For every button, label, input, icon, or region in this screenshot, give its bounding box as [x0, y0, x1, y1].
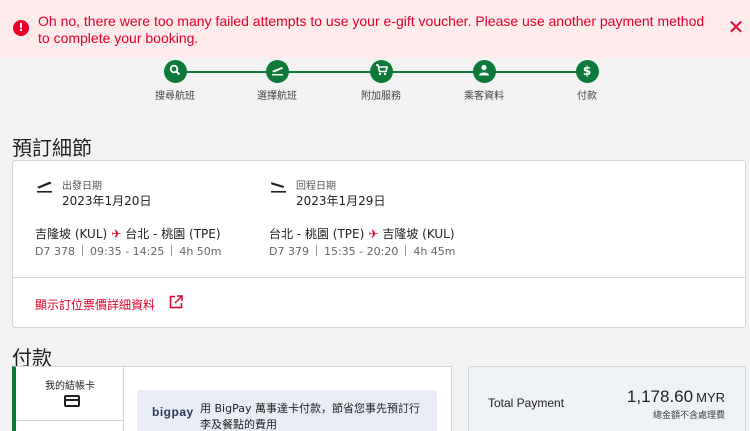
- payment-panel: bigpay 用 BigPay 萬事達卡付款，節省您事先預訂行李及餐點的費用: [124, 366, 452, 431]
- close-icon[interactable]: ✕: [726, 17, 746, 37]
- person-icon: [472, 60, 496, 83]
- return-duration: 4h 45m: [413, 245, 456, 258]
- currency: MYR: [696, 390, 725, 405]
- error-icon: !: [13, 20, 29, 36]
- alert-message: Oh no, there were too many failed attemp…: [38, 13, 705, 46]
- plane-icon: ✈: [368, 227, 379, 241]
- total-payment-box: Total Payment 1,178.60 MYR 總金額不含處理費: [468, 366, 746, 431]
- external-link-icon[interactable]: [169, 295, 183, 309]
- total-amount-value: 1,178.60: [626, 387, 694, 406]
- search-icon: [163, 60, 187, 83]
- return-flight-number: D7 379: [269, 245, 309, 258]
- outbound-flight-info: D7 378 09:35 - 14:25 4h 50m: [35, 245, 222, 258]
- bigpay-promo-text: 用 BigPay 萬事達卡付款，節省您事先預訂行李及餐點的費用: [200, 402, 420, 431]
- plane-landing-icon: [271, 182, 286, 193]
- return-origin: 台北 - 桃園 (TPE): [269, 227, 365, 241]
- error-alert: ! Oh no, there were too many failed atte…: [0, 0, 750, 58]
- tab-my-card[interactable]: 我的結帳卡: [16, 377, 124, 392]
- step-search-flights[interactable]: 搜尋航班: [135, 60, 215, 102]
- outbound-date-label: 出發日期: [62, 181, 102, 192]
- total-payment-label: Total Payment: [488, 396, 565, 410]
- progress-stepper: 搜尋航班 選擇航班 附加服務 乘客資料 $ 付款: [0, 58, 750, 104]
- outbound-destination: 台北 - 桃園 (TPE): [125, 227, 221, 241]
- step-label: 付款: [577, 91, 597, 102]
- return-date-label: 回程日期: [296, 181, 336, 192]
- divider: [13, 277, 745, 278]
- booking-details-card: 出發日期 2023年1月20日 吉隆坡 (KUL) ✈ 台北 - 桃園 (TPE) …: [12, 160, 746, 328]
- payment-method-tabs: 我的結帳卡: [12, 366, 124, 431]
- return-destination: 吉隆坡 (KUL): [382, 227, 455, 241]
- outbound-date-value: 2023年1月20日: [62, 194, 152, 208]
- outbound-route: 吉隆坡 (KUL) ✈ 台北 - 桃園 (TPE): [35, 225, 221, 242]
- step-label: 乘客資料: [464, 91, 504, 102]
- bigpay-promo[interactable]: bigpay 用 BigPay 萬事達卡付款，節省您事先預訂行李及餐點的費用: [137, 390, 437, 431]
- cart-icon: [369, 60, 393, 83]
- outbound-date: 出發日期 2023年1月20日: [36, 177, 256, 217]
- dollar-icon: $: [575, 60, 599, 83]
- return-time: 15:35 - 20:20: [323, 245, 399, 258]
- return-flight-info: D7 379 15:35 - 20:20 4h 45m: [269, 245, 456, 258]
- step-label: 選擇航班: [257, 91, 297, 102]
- return-date-value: 2023年1月29日: [296, 194, 386, 208]
- step-label: 搜尋航班: [155, 91, 195, 102]
- outbound-origin: 吉隆坡 (KUL): [35, 227, 108, 241]
- credit-card-icon: [64, 395, 80, 407]
- bigpay-logo: bigpay: [152, 405, 194, 419]
- return-date: 回程日期 2023年1月29日: [270, 177, 490, 217]
- total-note: 總金額不含處理費: [652, 411, 725, 421]
- plane-takeoff-icon: [37, 181, 52, 193]
- plane-takeoff-icon: [265, 60, 289, 83]
- outbound-duration: 4h 50m: [179, 245, 222, 258]
- booking-details-title: 預訂細節: [12, 136, 92, 160]
- step-select-flights[interactable]: 選擇航班: [237, 60, 317, 102]
- return-route: 台北 - 桃園 (TPE) ✈ 吉隆坡 (KUL): [269, 225, 455, 242]
- outbound-flight-number: D7 378: [35, 245, 75, 258]
- fare-details-link[interactable]: 顯示訂位票價詳細資料: [35, 296, 155, 313]
- step-add-ons[interactable]: 附加服務: [341, 60, 421, 102]
- plane-icon: ✈: [111, 227, 122, 241]
- step-label: 附加服務: [361, 91, 401, 102]
- outbound-time: 09:35 - 14:25: [89, 245, 165, 258]
- step-passenger-info[interactable]: 乘客資料: [444, 60, 524, 102]
- total-payment-amount: 1,178.60 MYR: [627, 387, 725, 407]
- step-payment[interactable]: $ 付款: [547, 60, 627, 102]
